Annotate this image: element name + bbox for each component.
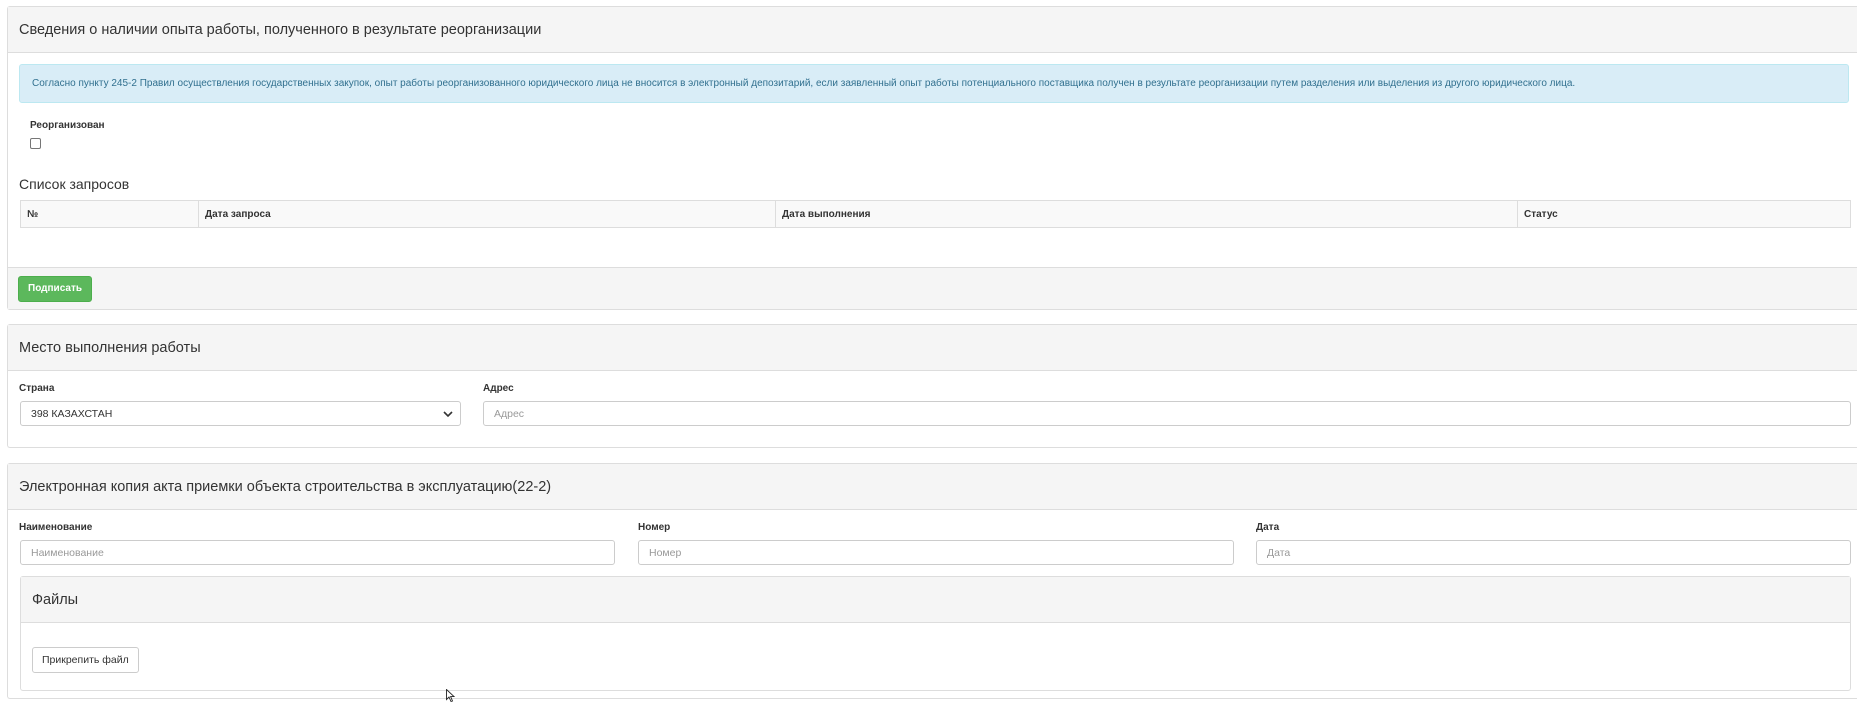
reorganization-info-alert: Согласно пункту 245-2 Правил осуществлен…: [19, 64, 1849, 103]
address-input[interactable]: Адрес: [483, 401, 1851, 426]
column-header-completion-date[interactable]: Дата выполнения: [775, 200, 1518, 228]
reorganization-panel-footer: Подписать: [8, 267, 1857, 309]
mouse-cursor-icon: [446, 689, 456, 703]
work-place-panel: Место выполнения работы Страна 398 КАЗАХ…: [7, 324, 1857, 448]
attach-file-button[interactable]: Прикрепить файл: [32, 647, 139, 673]
acceptance-act-panel-title: Электронная копия акта приемки объекта с…: [8, 464, 1857, 510]
chevron-down-icon: [443, 411, 453, 418]
number-placeholder: Номер: [649, 546, 682, 559]
column-header-number[interactable]: №: [20, 200, 199, 228]
requests-table: № Дата запроса Дата выполнения Статус: [20, 200, 1851, 228]
date-placeholder: Дата: [1267, 546, 1291, 559]
reorganized-label: Реорганизован: [30, 120, 105, 131]
number-label: Номер: [638, 522, 671, 533]
reorganized-checkbox[interactable]: [30, 138, 41, 149]
work-place-panel-title: Место выполнения работы: [8, 325, 1857, 371]
sign-button[interactable]: Подписать: [18, 275, 92, 302]
name-label: Наименование: [19, 522, 93, 533]
number-input[interactable]: Номер: [638, 540, 1234, 565]
date-label: Дата: [1256, 522, 1280, 533]
country-select[interactable]: 398 КАЗАХСТАН: [20, 401, 461, 426]
address-label: Адрес: [483, 383, 514, 394]
date-input[interactable]: Дата: [1256, 540, 1851, 565]
requests-list-title: Список запросов: [19, 176, 130, 192]
reorganization-info-text: Согласно пункту 245-2 Правил осуществлен…: [32, 78, 1576, 89]
country-select-value: 398 КАЗАХСТАН: [31, 407, 113, 420]
country-label: Страна: [19, 383, 55, 394]
column-header-status[interactable]: Статус: [1517, 200, 1851, 228]
reorganization-panel: Сведения о наличии опыта работы, получен…: [7, 6, 1857, 310]
name-input[interactable]: Наименование: [20, 540, 615, 565]
address-placeholder: Адрес: [494, 407, 525, 420]
name-placeholder: Наименование: [31, 546, 104, 559]
column-header-request-date[interactable]: Дата запроса: [198, 200, 776, 228]
acceptance-act-panel: Электронная копия акта приемки объекта с…: [7, 463, 1857, 699]
reorganization-panel-title: Сведения о наличии опыта работы, получен…: [8, 7, 1857, 53]
files-panel: Файлы Прикрепить файл: [20, 576, 1851, 691]
requests-table-header-row: № Дата запроса Дата выполнения Статус: [20, 200, 1851, 228]
files-panel-title: Файлы: [21, 577, 1850, 623]
